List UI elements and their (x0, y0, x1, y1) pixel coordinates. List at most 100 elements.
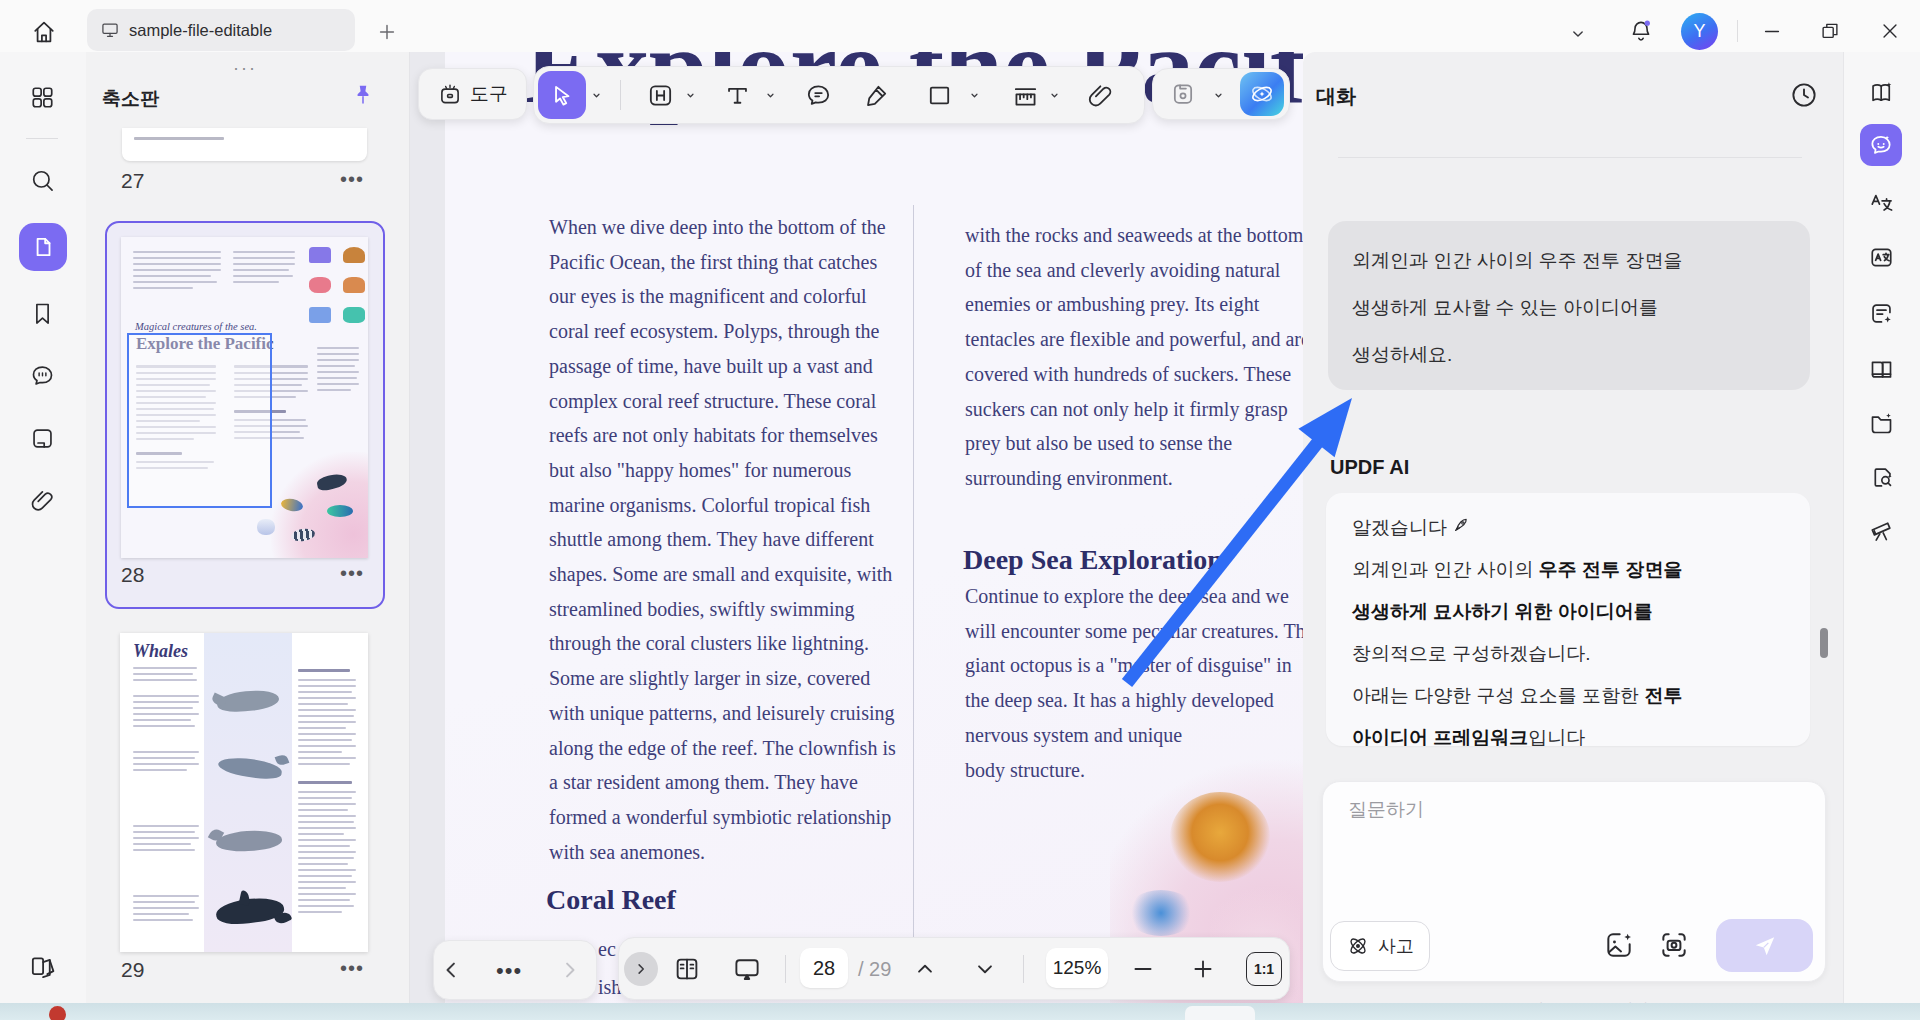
new-tab-icon[interactable] (376, 21, 398, 43)
comments-icon[interactable] (29, 362, 56, 389)
select-tool-button[interactable] (538, 71, 586, 119)
doc-heading-deep-sea: Deep Sea Exploration (963, 544, 1223, 576)
right-rail-active-item[interactable] (1860, 124, 1902, 166)
restore-icon[interactable] (1819, 20, 1841, 42)
heading-tool[interactable] (646, 81, 675, 110)
translate-doc-icon[interactable] (1868, 244, 1895, 271)
image-generate-icon[interactable] (1603, 929, 1635, 961)
thumbnail-panel-title: 축소판 (102, 86, 159, 112)
grid-icon[interactable] (29, 84, 56, 111)
thumbnails-icon (30, 234, 56, 260)
user-message-bubble: 외계인과 인간 사이의 우주 전투 장면을생생하게 묘사할 수 있는 아이디어를… (1328, 221, 1810, 390)
send-icon (1752, 933, 1778, 959)
page-number-input[interactable]: 28 (800, 948, 848, 988)
zoom-level-box[interactable]: 125% (1046, 948, 1108, 988)
pin-icon[interactable] (350, 82, 376, 108)
user-message-line: 생성하세요. (1352, 331, 1682, 378)
zoom-out-icon[interactable] (1130, 956, 1156, 982)
shape-tool[interactable] (925, 81, 954, 110)
page-organize-icon[interactable] (28, 953, 57, 982)
translate-icon[interactable] (1868, 189, 1895, 216)
doc-text-line: surrounding environment. (965, 467, 1173, 490)
ai-assistant-button[interactable] (1240, 72, 1284, 116)
doc-text-line: along the edge of the reef. The clownfis… (549, 737, 896, 760)
chat-header-title: 대화 (1316, 83, 1356, 110)
bookmark-icon[interactable] (29, 300, 56, 327)
doc-search-icon[interactable] (1868, 464, 1895, 491)
folder-ai-icon[interactable] (1868, 410, 1895, 437)
send-button[interactable] (1716, 919, 1813, 972)
zoom-level-value: 125% (1053, 957, 1102, 979)
taskbar-red-dot (49, 1006, 66, 1020)
thumbnail-menu-28[interactable]: ••• (340, 562, 364, 585)
doc-text-line: Pacific Ocean, the first thing that catc… (549, 251, 877, 274)
chat-scrollbar[interactable] (1820, 628, 1828, 658)
atom-icon (1346, 934, 1370, 958)
titlebar-chevron-icon[interactable] (1568, 24, 1588, 44)
expand-button[interactable] (624, 952, 658, 986)
note-ai-icon[interactable] (1868, 300, 1895, 327)
avatar[interactable]: Y (1681, 13, 1718, 50)
sidebar-active-item[interactable] (19, 223, 67, 271)
doc-text-line: shuttle among them. They have different (549, 528, 874, 551)
pen-tool[interactable] (862, 81, 891, 110)
doc-text-line: with unique patterns, and leisurely crui… (549, 702, 894, 725)
thumbnail-menu-29[interactable]: ••• (340, 957, 364, 980)
chevron-down-icon[interactable] (762, 87, 779, 104)
page-icon[interactable] (29, 425, 56, 452)
panel-drag-handle[interactable]: ··· (233, 66, 263, 72)
doc-text-line: body structure. (965, 759, 1085, 782)
doc-text-line: tentacles are flexible and powerful, and… (965, 328, 1310, 351)
tools-button-pill[interactable]: 도구 (418, 68, 527, 120)
measure-tool[interactable] (1011, 81, 1040, 110)
text-tool[interactable] (723, 81, 752, 110)
think-button[interactable]: 사고 (1330, 921, 1430, 971)
assistant-message-line: 알겠습니다 (1352, 507, 1682, 549)
chevron-down-icon[interactable] (1210, 87, 1227, 104)
rocket-icon (1452, 515, 1471, 534)
thumbnail-page-27[interactable] (122, 128, 367, 161)
nav-more-icon[interactable]: ••• (496, 958, 522, 984)
thumbnail-menu-27[interactable]: ••• (340, 168, 364, 191)
user-message-line: 외계인과 인간 사이의 우주 전투 장면을 (1352, 237, 1682, 284)
left-rail-divider (26, 138, 58, 139)
doc-text-line: When we dive deep into the bottom of the (549, 216, 886, 239)
doc-text-line: through the coral clusters like lightnin… (549, 632, 869, 655)
save-icon[interactable] (1169, 80, 1197, 108)
actual-size-label: 1:1 (1254, 961, 1274, 977)
comment-tool[interactable] (804, 81, 833, 110)
telescope-icon[interactable] (1868, 517, 1895, 544)
notification-bell-icon[interactable] (1628, 18, 1654, 44)
chevron-down-icon[interactable] (1046, 87, 1063, 104)
attach-tool[interactable] (1086, 81, 1115, 110)
nav-forward-icon[interactable] (556, 956, 584, 984)
doc-text-line: covered with hundreds of suckers. These (965, 363, 1291, 386)
thumbnail-page-29[interactable]: Whales (120, 633, 368, 952)
close-icon[interactable] (1879, 20, 1901, 42)
chevron-down-icon[interactable] (588, 87, 605, 104)
nav-back-icon[interactable] (437, 956, 465, 984)
avatar-initial: Y (1693, 21, 1705, 42)
reading-mode-icon[interactable] (672, 954, 702, 984)
screenshot-icon[interactable] (1658, 929, 1690, 961)
actual-size-button[interactable]: 1:1 (1246, 952, 1282, 986)
page-up-icon[interactable] (912, 956, 938, 982)
history-icon[interactable] (1789, 80, 1819, 110)
attachment-icon[interactable] (29, 487, 56, 514)
zoom-in-icon[interactable] (1190, 956, 1216, 982)
document-tab[interactable]: sample-file-editable (87, 9, 355, 51)
chevron-down-icon[interactable] (682, 87, 699, 104)
tools-label: 도구 (470, 81, 508, 107)
doc-text-line: but also "happy homes" for numerous (549, 459, 851, 482)
chevron-down-icon[interactable] (966, 87, 983, 104)
minimize-icon[interactable] (1761, 20, 1783, 42)
search-icon[interactable] (29, 167, 56, 194)
reader-icon[interactable] (1868, 355, 1895, 382)
bottom-divider-1 (785, 955, 786, 983)
page-total: / 29 (858, 958, 891, 981)
page-down-icon[interactable] (972, 956, 998, 982)
book-summary-icon[interactable] (1868, 79, 1895, 106)
presentation-icon[interactable] (732, 954, 762, 984)
doc-text-line: a star resident among them. They have (549, 771, 858, 794)
home-icon[interactable] (30, 18, 58, 46)
